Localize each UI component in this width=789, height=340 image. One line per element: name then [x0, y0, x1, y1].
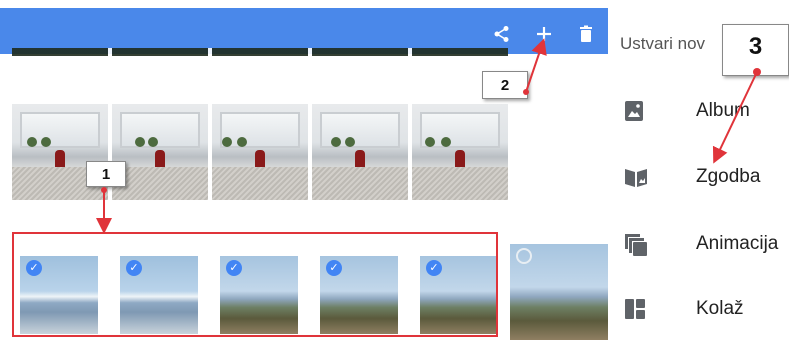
- window: [219, 111, 301, 149]
- callout-3-label: 3: [748, 33, 763, 60]
- photo-thumbnail[interactable]: [312, 104, 408, 200]
- bed: [312, 167, 408, 200]
- add-icon[interactable]: [534, 25, 554, 45]
- plant: [331, 136, 342, 147]
- menu-item-animation[interactable]: Animacija: [608, 221, 789, 269]
- plant: [440, 136, 451, 147]
- animation-icon: [624, 233, 647, 256]
- bed: [112, 167, 208, 200]
- collage-icon: [624, 298, 646, 320]
- selection-toolbar: [0, 8, 608, 56]
- bed: [412, 167, 508, 200]
- menu-item-album[interactable]: Album: [608, 88, 789, 136]
- plant: [27, 136, 38, 147]
- menu-item-animation-label: Animacija: [696, 233, 779, 254]
- delete-icon[interactable]: [576, 25, 596, 45]
- plant: [221, 136, 232, 147]
- screenshot: ✓ ✓ ✓ ✓ ✓ 1 2 Ustvari nov Album Zgodba A…: [0, 0, 789, 340]
- menu-item-collage-label: Kolaž: [696, 298, 744, 319]
- photo-gallery: ✓ ✓ ✓ ✓ ✓ 1 2: [0, 0, 608, 340]
- callout-1: 1: [86, 161, 126, 187]
- unchecked-icon[interactable]: [516, 248, 532, 264]
- album-icon: [624, 100, 646, 122]
- menu-item-story[interactable]: Zgodba: [608, 154, 789, 202]
- callout-2-label: 2: [500, 77, 510, 94]
- plant: [40, 136, 51, 147]
- window: [119, 111, 201, 149]
- plant: [344, 136, 355, 147]
- callout-1-label: 1: [101, 166, 111, 183]
- menu-item-story-label: Zgodba: [696, 166, 761, 187]
- share-icon[interactable]: [492, 25, 512, 45]
- photo-thumbnail[interactable]: [212, 104, 308, 200]
- photo-thumbnail[interactable]: [510, 244, 608, 340]
- menu-title: Ustvari nov: [620, 34, 706, 53]
- photo-thumbnail[interactable]: [112, 104, 208, 200]
- plant: [135, 136, 146, 147]
- callout-2: 2: [482, 71, 528, 99]
- callout-3: 3: [722, 24, 789, 76]
- bed: [212, 167, 308, 200]
- selection-highlight: [12, 232, 498, 337]
- photo-strip-top: [12, 48, 508, 56]
- story-icon: [624, 166, 647, 188]
- plant: [236, 136, 247, 147]
- menu-item-collage[interactable]: Kolaž: [608, 286, 789, 334]
- menu-item-album-label: Album: [696, 100, 750, 121]
- photo-thumbnail[interactable]: [412, 104, 508, 200]
